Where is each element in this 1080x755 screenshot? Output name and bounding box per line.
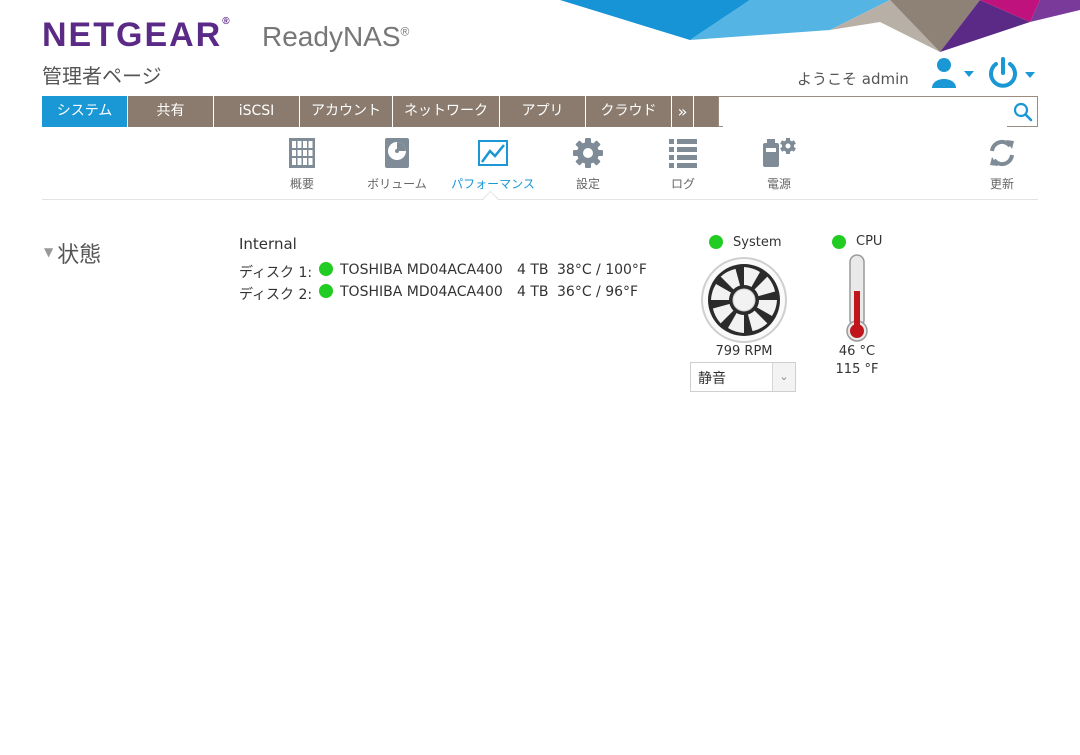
disk-status-led	[319, 262, 333, 276]
disk-size: 4 TB	[517, 262, 549, 278]
system-fan-title: System	[733, 235, 782, 250]
subnav-power[interactable]: 電源	[731, 137, 827, 192]
tab-network[interactable]: ネットワーク	[393, 96, 500, 127]
disk-model: TOSHIBA MD04ACA400	[340, 262, 503, 278]
subnav-label: ボリューム	[367, 177, 427, 191]
subnav-label: 設定	[575, 177, 600, 191]
power-settings-icon	[763, 138, 796, 167]
header-banner-art	[560, 0, 1080, 52]
disk-status-led	[319, 284, 333, 298]
subnav-settings[interactable]: 設定	[540, 137, 636, 192]
page-title: 管理者ページ	[42, 64, 162, 88]
cpu-status-led	[832, 235, 846, 249]
subnav-divider	[42, 199, 1038, 200]
welcome-text: ようこそ admin	[797, 70, 909, 88]
tab-system[interactable]: システム	[42, 96, 128, 127]
more-tabs-button[interactable]: »	[672, 96, 694, 127]
system-status-led	[709, 235, 723, 249]
subnav-overview[interactable]: 概要	[254, 137, 350, 192]
volume-icon	[385, 138, 409, 168]
section-title: 状態	[57, 243, 102, 268]
nav-spacer	[694, 96, 718, 127]
tab-cloud[interactable]: クラウド	[586, 96, 672, 127]
chevron-down-icon: ⌄	[772, 363, 795, 391]
subnav-label: 概要	[289, 177, 314, 191]
tab-apps[interactable]: アプリ	[500, 96, 586, 127]
enclosure-label: Internal	[239, 235, 297, 253]
refresh-button[interactable]: 更新	[954, 137, 1050, 192]
subnav-label: ログ	[670, 177, 695, 191]
disk-temperature: 38°C / 100°F	[557, 262, 647, 278]
tab-accounts[interactable]: アカウント	[300, 96, 393, 127]
status-section-toggle[interactable]: ▼ 状態	[44, 237, 101, 269]
search-icon[interactable]	[1013, 102, 1033, 122]
cpu-temp-celsius: 46 °C	[838, 344, 876, 359]
fan-rpm: 799 RPM	[715, 344, 773, 359]
subnav-label: 電源	[766, 177, 791, 191]
subnav-logs[interactable]: ログ	[635, 137, 731, 192]
tab-iscsi[interactable]: iSCSI	[214, 96, 300, 127]
cpu-title: CPU	[856, 234, 883, 249]
fan-mode-select[interactable]: 静音 ⌄	[690, 362, 796, 392]
search-box	[718, 96, 1038, 127]
subnav-performance[interactable]: パフォーマンス	[445, 137, 541, 192]
search-input[interactable]	[723, 98, 1007, 127]
disk-label: ディスク 1:	[239, 265, 313, 281]
sub-nav: 概要 ボリューム パフォーマンス 設定 ログ 電源 更新	[0, 137, 1080, 197]
power-icon[interactable]	[987, 56, 1037, 92]
main-nav: システム 共有 iSCSI アカウント ネットワーク アプリ クラウド »	[42, 96, 1038, 127]
performance-icon	[478, 140, 508, 166]
netgear-logo: NETGEAR®	[42, 16, 230, 54]
refresh-label: 更新	[989, 177, 1014, 191]
tab-shares[interactable]: 共有	[128, 96, 214, 127]
subnav-volumes[interactable]: ボリューム	[349, 137, 445, 192]
fan-mode-value: 静音	[698, 371, 726, 387]
user-icon[interactable]	[930, 56, 974, 90]
disk-size: 4 TB	[517, 284, 549, 300]
readynas-logo: ReadyNAS®	[262, 21, 410, 52]
collapse-triangle-icon: ▼	[44, 245, 54, 259]
cpu-temp-fahrenheit: 115 °F	[835, 362, 879, 377]
refresh-icon	[990, 139, 1014, 167]
disk-label: ディスク 2:	[239, 287, 313, 303]
disk-temperature: 36°C / 96°F	[557, 284, 639, 300]
log-icon	[669, 139, 697, 168]
thermometer-icon	[846, 254, 868, 342]
fan-icon	[701, 257, 787, 343]
subnav-label: パフォーマンス	[451, 177, 535, 191]
disk-model: TOSHIBA MD04ACA400	[340, 284, 503, 300]
overview-icon	[289, 138, 315, 168]
gear-icon	[573, 138, 603, 168]
